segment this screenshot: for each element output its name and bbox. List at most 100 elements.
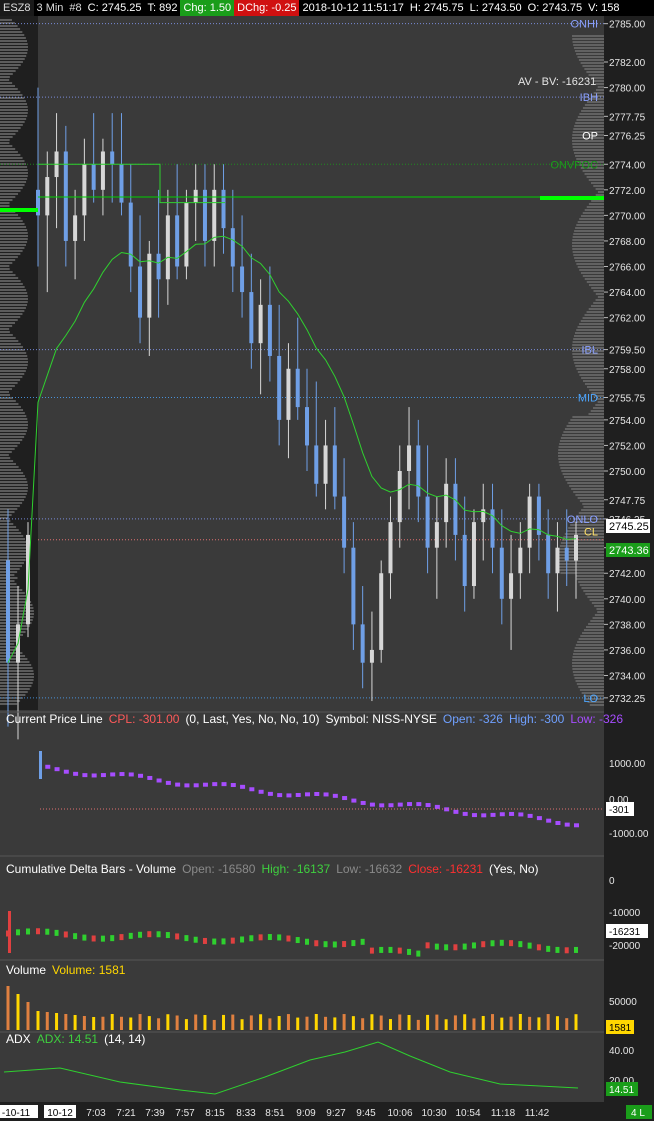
cpl-bar bbox=[360, 800, 366, 805]
delta-bar bbox=[471, 942, 476, 949]
delta-bar bbox=[175, 933, 180, 940]
cpl-bar bbox=[351, 798, 357, 803]
volume-bar bbox=[305, 1016, 309, 1030]
cpl-bar bbox=[45, 764, 51, 769]
delta-bar bbox=[221, 938, 226, 945]
price-tick-label: 2762.00 bbox=[609, 314, 646, 325]
candle-body bbox=[100, 151, 105, 190]
volume-bar bbox=[416, 1019, 420, 1030]
cpl-bar bbox=[425, 803, 431, 808]
volume-bar bbox=[509, 1016, 513, 1030]
cpl-bar bbox=[295, 792, 301, 797]
cpl-bar bbox=[416, 802, 422, 807]
datetime-label: 2018-10-12 11:51:17 bbox=[302, 2, 404, 14]
volume-bar bbox=[444, 1019, 448, 1030]
candle-body bbox=[453, 483, 458, 535]
cdb-tick-0: 0 bbox=[609, 876, 615, 887]
candle-body bbox=[425, 496, 430, 548]
price-tick-label: 2752.00 bbox=[609, 441, 646, 452]
delta-bar bbox=[509, 940, 514, 947]
candle-body bbox=[379, 573, 384, 650]
delta-bar bbox=[165, 932, 170, 939]
candle-body bbox=[156, 253, 161, 280]
cpl-bar bbox=[342, 796, 348, 801]
delta-bar bbox=[416, 950, 421, 957]
cpl-bar bbox=[175, 782, 181, 787]
cpl-bar bbox=[91, 773, 97, 778]
volume-bar bbox=[26, 1002, 30, 1030]
cpl-symbol: Symbol: NISS-NYSE bbox=[326, 712, 437, 726]
delta-bar bbox=[26, 928, 30, 935]
delta-bar bbox=[564, 947, 569, 954]
adx-value: ADX: 14.51 bbox=[37, 1032, 99, 1046]
volume-bar bbox=[565, 1018, 569, 1030]
candle-body bbox=[91, 164, 96, 190]
candle-body bbox=[258, 304, 263, 344]
cpl-panel-title: Current Price Line CPL: -301.00 (0, Last, … bbox=[6, 712, 623, 726]
interval-label[interactable]: 3 Min bbox=[34, 0, 67, 16]
candle-body bbox=[518, 547, 523, 574]
candle-body bbox=[221, 189, 226, 229]
volume-bar bbox=[101, 1016, 105, 1030]
price-tick-label: 2758.00 bbox=[609, 365, 646, 376]
cpl-bar bbox=[527, 813, 533, 818]
cdb-tick-10000: -10000 bbox=[609, 908, 641, 919]
time-tick-label: 8:33 bbox=[236, 1108, 256, 1119]
cpl-bar bbox=[379, 803, 385, 808]
delta-bar bbox=[184, 935, 189, 942]
candle-body bbox=[444, 483, 449, 523]
volume-bar bbox=[16, 994, 20, 1030]
delta-bar bbox=[202, 937, 207, 944]
cpl-bar bbox=[546, 818, 552, 823]
volume-bar bbox=[398, 1014, 402, 1030]
delta-bar bbox=[555, 946, 560, 953]
level-label-onhi: ONHI bbox=[571, 19, 599, 31]
delta-bar bbox=[369, 947, 374, 954]
price-tick-label: 2732.25 bbox=[609, 694, 646, 705]
adx-params: (14, 14) bbox=[104, 1032, 145, 1046]
volume-bar bbox=[73, 1015, 77, 1030]
candle-body bbox=[138, 266, 143, 318]
delta-bar bbox=[425, 942, 430, 949]
delta-bar bbox=[128, 932, 133, 939]
delta-bar bbox=[277, 934, 282, 941]
volume-bar bbox=[481, 1015, 485, 1030]
cpl-bar bbox=[128, 772, 134, 777]
volume-bar bbox=[249, 1015, 253, 1030]
delta-bar bbox=[453, 944, 458, 951]
ma-value-label: 2743.36 bbox=[609, 545, 649, 557]
cpl-bar bbox=[499, 812, 505, 817]
cpl-bar bbox=[184, 783, 190, 788]
delta-bar bbox=[481, 941, 486, 948]
price-tick-label: 2772.00 bbox=[609, 186, 646, 197]
cdb-open: Open: -16580 bbox=[182, 862, 256, 876]
cdb-low: Low: -16632 bbox=[336, 862, 402, 876]
delta-bar bbox=[193, 936, 198, 943]
cpl-current-label: -301 bbox=[609, 805, 629, 816]
level-label-onlo: ONLO bbox=[567, 514, 599, 526]
trading-chart[interactable]: ONHI IBH OP ONVPOC IBL MID ONLOCL LO AV - BV: -… bbox=[0, 16, 654, 1121]
delta-bar bbox=[527, 942, 532, 949]
delta-bar bbox=[36, 928, 40, 935]
candle-body bbox=[193, 189, 198, 203]
time-tick-label: 10:54 bbox=[455, 1108, 480, 1119]
cpl-bar bbox=[323, 792, 329, 797]
level-label-mid: MID bbox=[578, 393, 598, 405]
volume-bar bbox=[518, 1014, 522, 1030]
close-price: C: 2745.25 bbox=[87, 2, 142, 14]
candle-body bbox=[240, 266, 245, 293]
price-tick-label: 2738.00 bbox=[609, 620, 646, 631]
candle-body bbox=[462, 534, 467, 587]
candle-body bbox=[342, 496, 347, 548]
candle-body bbox=[499, 547, 504, 599]
cpl-bar bbox=[332, 793, 338, 798]
cdb-high: High: -16137 bbox=[261, 862, 330, 876]
time-tick-label: 7:39 bbox=[145, 1108, 165, 1119]
cpl-bar bbox=[434, 804, 440, 809]
av-bv-label: AV - BV: -16231 bbox=[518, 76, 596, 88]
volume-bar bbox=[472, 1018, 476, 1030]
price-tick-label: 2766.00 bbox=[609, 263, 646, 274]
symbol-label[interactable]: ESZ8 bbox=[0, 0, 34, 16]
volume-bar bbox=[82, 1016, 86, 1030]
delta-bar bbox=[230, 937, 235, 944]
